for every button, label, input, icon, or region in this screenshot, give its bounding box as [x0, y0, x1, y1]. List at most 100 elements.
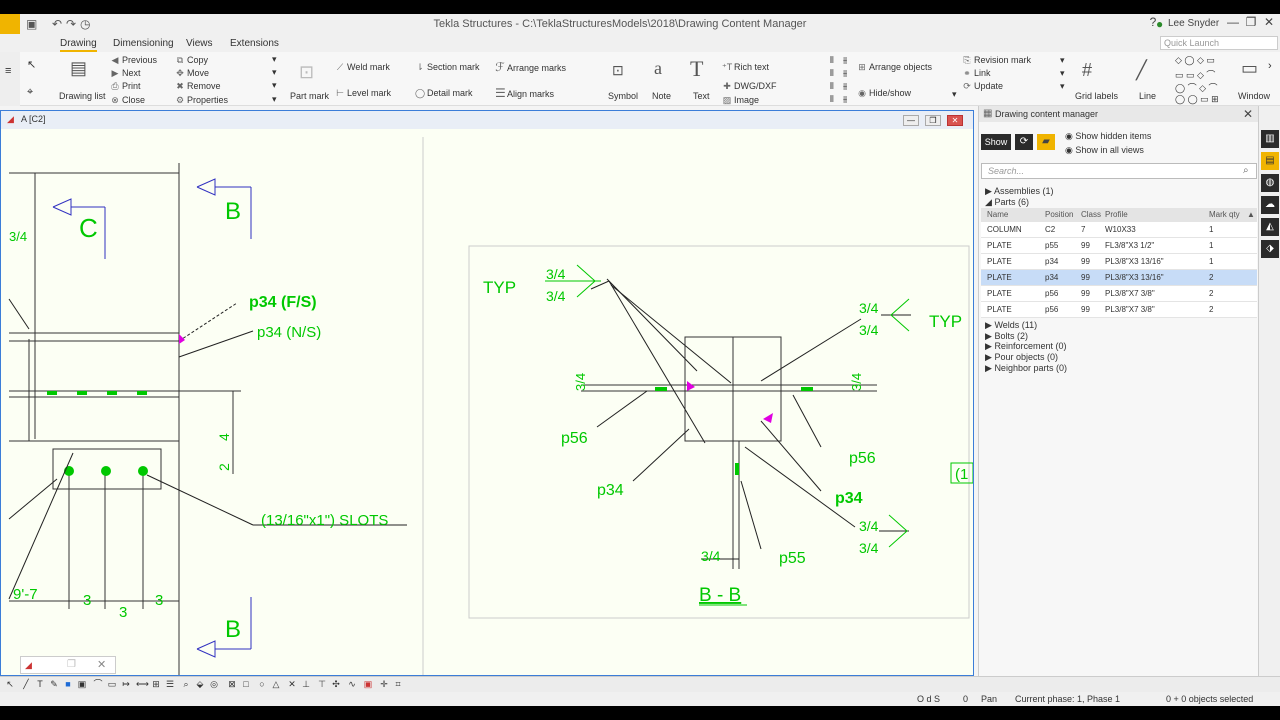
tree-pour-objects[interactable]: ▶ Pour objects (0) [985, 352, 1058, 363]
col-name[interactable]: Name [987, 210, 1008, 219]
tekla-app-icon[interactable] [0, 14, 20, 34]
align-left-icon[interactable]: ⫴ [830, 55, 834, 66]
part-label-p34-right[interactable]: p34 [835, 490, 863, 507]
drop-icon[interactable]: ⬙ [194, 678, 206, 690]
dropdown-icon[interactable]: ▾ [1060, 81, 1065, 92]
print-button[interactable]: ⎙ Print [110, 81, 140, 92]
align-marks-button[interactable]: ☰Align marks [495, 86, 554, 100]
col-class[interactable]: Class [1081, 210, 1101, 219]
close-icon[interactable]: ✕ [97, 658, 106, 671]
tree-parts[interactable]: ◢ Parts (6) [985, 197, 1029, 208]
layers-icon[interactable]: ◭ [1261, 218, 1279, 236]
part-mark-button[interactable]: Part mark [290, 91, 329, 101]
midpoint-icon[interactable]: ✣ [330, 678, 342, 690]
dropdown-icon[interactable]: ▾ [1060, 55, 1065, 66]
zoom-icon[interactable]: ⌕ [180, 678, 192, 690]
arrow-icon[interactable]: ↦ [120, 678, 132, 690]
stack-icon[interactable]: ⫵ [843, 94, 847, 105]
minimized-drawing-window[interactable]: ◢ ❐ ✕ [20, 656, 116, 674]
square-icon[interactable]: □ [240, 678, 252, 690]
quick-launch-input[interactable]: Quick Launch [1160, 36, 1278, 50]
user-name[interactable]: Lee Snyder [1168, 18, 1219, 29]
tree-reinforcement[interactable]: ▶ Reinforcement (0) [985, 341, 1066, 352]
part-label-p55[interactable]: p55 [779, 550, 806, 567]
panel-search-input[interactable]: Search... [981, 163, 1257, 179]
minimize-button[interactable]: — [1224, 15, 1242, 31]
grid-labels-button[interactable]: Grid labels [1075, 91, 1118, 101]
align-right-icon[interactable]: ⫴ [830, 81, 834, 92]
tangent-icon[interactable]: ⊤ [316, 678, 328, 690]
part-label-p34-ns[interactable]: p34 (N/S) [257, 324, 321, 341]
level-mark-button[interactable]: ⊢ Level mark [335, 88, 391, 99]
list-icon[interactable]: ☰ [164, 678, 176, 690]
perpendicular-icon[interactable]: ⊥ [300, 678, 312, 690]
refresh-icon[interactable]: ⟳ [1015, 134, 1033, 150]
dropdown-icon[interactable]: ▾ [952, 89, 957, 100]
drawing-canvas[interactable]: C B B p34 (F/S) p34 (N/S) (13/16"x1") SL… [1, 129, 973, 675]
close-window-button[interactable]: ✕ [1260, 15, 1278, 31]
line-button[interactable]: Line [1139, 91, 1156, 101]
table-row[interactable]: PLATE p56 99 PL3/8"X7 3/8" 2 [981, 286, 1257, 302]
tree-welds[interactable]: ▶ Welds (11) [985, 320, 1037, 331]
rich-text-button[interactable]: ⁺T Rich text [722, 62, 769, 73]
hide-show-button[interactable]: ◉ Hide/show [857, 88, 911, 99]
update-button[interactable]: ⟳ Update [962, 81, 1003, 92]
properties-button[interactable]: ⚙ Properties [175, 95, 228, 106]
table-row[interactable]: COLUMN C2 7 W10X33 1 [981, 222, 1257, 238]
show-button[interactable]: Show [981, 134, 1011, 150]
symbol-button[interactable]: Symbol [608, 91, 638, 101]
triangle-icon[interactable]: △ [270, 678, 282, 690]
align-center-icon[interactable]: ⫴ [830, 68, 834, 79]
select-icon[interactable]: ↖ [4, 678, 16, 690]
move-button[interactable]: ✥ Move [175, 68, 209, 79]
note-button[interactable]: Note [652, 91, 671, 101]
previous-button[interactable]: ◀ Previous [110, 55, 157, 66]
snap-box-icon[interactable]: ▣ [362, 678, 374, 690]
distribute-icon[interactable]: ⫴ [830, 94, 834, 105]
line-tool-icon[interactable]: ╱ [20, 678, 32, 690]
dropdown-icon[interactable]: ▾ [272, 54, 277, 65]
restore-icon[interactable]: ❐ [67, 659, 76, 670]
tab-dimensioning[interactable]: Dimensioning [113, 38, 174, 49]
col-position[interactable]: Position [1045, 210, 1073, 219]
part-label-p56-right[interactable]: p56 [849, 450, 876, 467]
drawing-restore-button[interactable]: ❐ [925, 115, 941, 126]
drawing-content-icon[interactable]: ▤ [1261, 152, 1279, 170]
drawing-close-button[interactable]: ✕ [947, 115, 963, 126]
drawing-minimize-button[interactable]: — [903, 115, 919, 126]
cloud-icon[interactable]: ☁ [1261, 196, 1279, 214]
circle-icon[interactable]: ○ [256, 678, 268, 690]
save-icon[interactable]: ▣ [26, 17, 37, 31]
text-button[interactable]: Text [693, 91, 710, 101]
restore-button[interactable]: ❐ [1242, 15, 1260, 31]
sort-icon[interactable]: ▲ [1247, 210, 1255, 219]
table-row-selected[interactable]: PLATE p34 99 PL3/8"X3 13/16" 2 [981, 270, 1257, 286]
dropdown-icon[interactable]: ▾ [1060, 68, 1065, 79]
section-mark-button[interactable]: ⇂ Section mark [415, 62, 479, 73]
status-phase[interactable]: Current phase: 1, Phase 1 [1015, 694, 1120, 704]
plus-icon[interactable]: ✛ [378, 678, 390, 690]
close-button[interactable]: ⊗ Close [110, 95, 145, 106]
align-top-icon[interactable]: ⫵ [843, 55, 847, 66]
weld-label-p34-fs[interactable]: p34 (F/S) [249, 294, 317, 311]
remove-button[interactable]: ✖ Remove [175, 81, 220, 92]
table-row[interactable]: PLATE p56 99 PL3/8"X7 3/8" 2 [981, 302, 1257, 318]
frame-icon[interactable]: ▣ [76, 678, 88, 690]
select-arrow-icon[interactable]: ↖ [27, 58, 36, 71]
globe-icon[interactable]: ◍ [1261, 174, 1279, 192]
arrange-objects-button[interactable]: ⊞ Arrange objects [857, 62, 932, 73]
cross-icon[interactable]: ✕ [286, 678, 298, 690]
col-mark-qty[interactable]: Mark qty [1209, 210, 1240, 219]
chevron-right-icon[interactable]: › [1268, 60, 1272, 72]
tree-assemblies[interactable]: ▶ Assemblies (1) [985, 186, 1053, 197]
detail-mark-button[interactable]: ◯ Detail mark [415, 88, 473, 99]
link-button[interactable]: ⚭ Link [962, 68, 990, 79]
revision-mark-button[interactable]: ⎘ Revision mark [962, 55, 1031, 66]
edit-icon[interactable]: ✎ [48, 678, 60, 690]
snap-icon[interactable]: ⌖ [27, 86, 33, 99]
curve-icon[interactable]: ∿ [346, 678, 358, 690]
slots-label[interactable]: (13/16"x1") SLOTS [261, 512, 388, 529]
part-label-p56-left[interactable]: p56 [561, 430, 588, 447]
drawing-list-icon[interactable]: ▤ [70, 58, 87, 79]
table-row[interactable]: PLATE p34 99 PL3/8"X3 13/16" 1 [981, 254, 1257, 270]
